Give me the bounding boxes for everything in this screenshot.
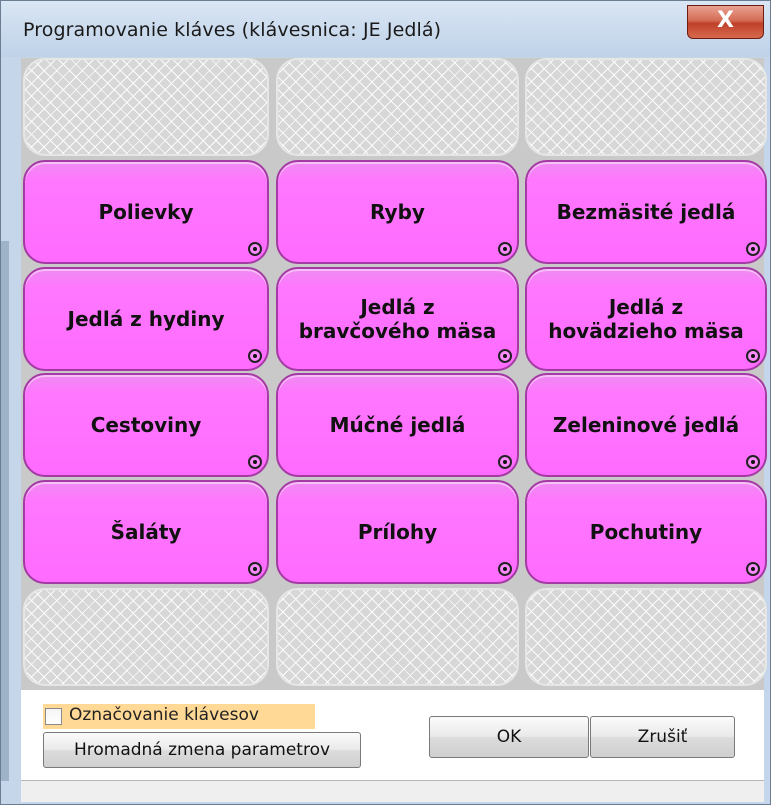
radio-dot-icon xyxy=(746,349,760,363)
window-left-edge xyxy=(1,241,9,781)
key-label: Zeleninové jedlá xyxy=(552,413,740,437)
key-marking-checkbox[interactable] xyxy=(45,708,62,725)
radio-dot-icon xyxy=(498,242,512,256)
close-button[interactable]: X xyxy=(687,5,764,39)
menu-key[interactable]: Prílohy xyxy=(276,480,519,584)
empty-key-slot[interactable] xyxy=(276,588,519,686)
radio-dot-icon xyxy=(498,349,512,363)
cancel-button[interactable]: Zrušiť xyxy=(590,716,735,758)
menu-key[interactable]: Múčné jedlá xyxy=(276,373,519,477)
key-label: Cestoviny xyxy=(90,413,202,437)
empty-key-slot[interactable] xyxy=(23,588,269,686)
radio-dot-icon xyxy=(746,455,760,469)
key-label: Múčné jedlá xyxy=(329,413,466,437)
menu-key[interactable]: Cestoviny xyxy=(23,373,269,477)
ok-button[interactable]: OK xyxy=(429,716,589,758)
key-label: Šaláty xyxy=(110,520,182,544)
menu-key[interactable]: Jedlá z hovädzieho mäsa xyxy=(525,267,767,371)
empty-key-slot[interactable] xyxy=(525,58,767,156)
menu-key[interactable]: Šaláty xyxy=(23,480,269,584)
menu-key[interactable]: Pochutiny xyxy=(525,480,767,584)
key-label: Bezmäsité jedlá xyxy=(556,200,736,224)
empty-key-slot[interactable] xyxy=(23,58,269,156)
key-grid: Polievky Ryby Bezmäsité jedlá Jedlá z hydin… xyxy=(21,58,767,690)
radio-dot-icon xyxy=(746,562,760,576)
key-label: Prílohy xyxy=(357,520,438,544)
close-icon: X xyxy=(717,8,734,33)
key-marking-option[interactable]: Označovanie klávesov xyxy=(43,704,315,729)
key-label: Jedlá z hovädzieho mäsa xyxy=(548,295,744,343)
key-label: Jedlá z bravčového mäsa xyxy=(298,295,497,343)
key-label: Pochutiny xyxy=(589,520,703,544)
radio-dot-icon xyxy=(498,562,512,576)
menu-key[interactable]: Bezmäsité jedlá xyxy=(525,160,767,264)
menu-key[interactable]: Jedlá z hydiny xyxy=(23,267,269,371)
radio-dot-icon xyxy=(498,455,512,469)
title-bar: Programovanie kláves (klávesnica: JE Jed… xyxy=(1,1,770,57)
menu-key[interactable]: Zeleninové jedlá xyxy=(525,373,767,477)
status-bar xyxy=(21,780,764,802)
radio-dot-icon xyxy=(248,562,262,576)
menu-key[interactable]: Polievky xyxy=(23,160,269,264)
menu-key[interactable]: Jedlá z bravčového mäsa xyxy=(276,267,519,371)
window-title: Programovanie kláves (klávesnica: JE Jed… xyxy=(23,19,442,41)
radio-dot-icon xyxy=(248,349,262,363)
empty-key-slot[interactable] xyxy=(276,58,519,156)
empty-key-slot[interactable] xyxy=(525,588,767,686)
radio-dot-icon xyxy=(248,242,262,256)
key-label: Ryby xyxy=(370,200,425,224)
key-programming-dialog: Programovanie kláves (klávesnica: JE Jed… xyxy=(0,0,771,805)
key-label: Polievky xyxy=(98,200,194,224)
menu-key[interactable]: Ryby xyxy=(276,160,519,264)
radio-dot-icon xyxy=(746,242,760,256)
radio-dot-icon xyxy=(248,455,262,469)
key-label: Jedlá z hydiny xyxy=(67,307,225,331)
key-marking-label: Označovanie klávesov xyxy=(69,705,259,725)
bulk-edit-parameters-button[interactable]: Hromadná zmena parametrov xyxy=(43,732,361,768)
